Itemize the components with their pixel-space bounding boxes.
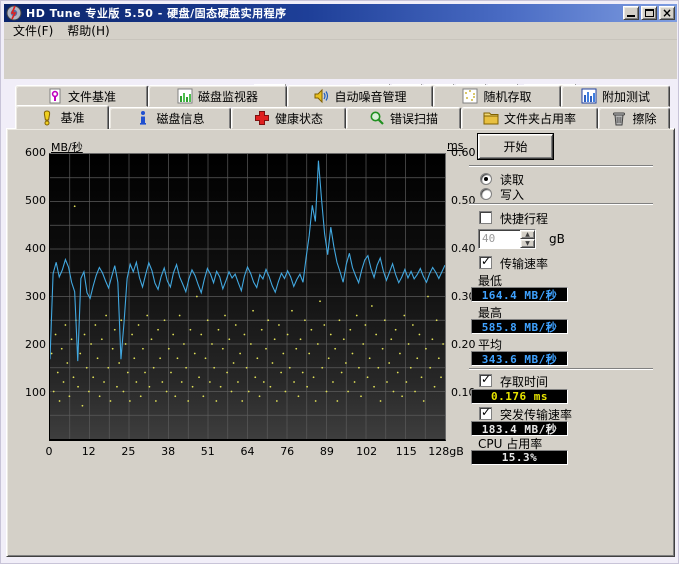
access-time-display: 0.176 ms	[471, 389, 568, 404]
maximize-button[interactable]	[641, 6, 657, 20]
disk-info-icon	[135, 110, 151, 126]
axis-tick: 51	[201, 445, 215, 458]
aam-icon	[313, 88, 329, 104]
axis-tick: 12	[82, 445, 96, 458]
tab-random-access[interactable]: 随机存取	[433, 85, 561, 107]
benchmark-icon	[39, 110, 55, 126]
tab-label: 基准	[60, 109, 84, 126]
short-stroke-label[interactable]: 快捷行程	[500, 210, 548, 227]
spinner-up-icon[interactable]: ▲	[520, 230, 535, 239]
write-radio-label[interactable]: 写入	[500, 186, 524, 203]
tab-label: 磁盘监视器	[198, 88, 258, 105]
erase-icon	[611, 110, 627, 126]
disk-monitor-icon	[177, 88, 193, 104]
axis-tick: 400	[25, 242, 46, 255]
burst-rate-display: 183.4 MB/秒	[471, 421, 568, 436]
short-stroke-value: 40	[479, 230, 520, 248]
access-time-label[interactable]: 存取时间	[500, 373, 548, 390]
transfer-rate-label[interactable]: 传输速率	[500, 255, 548, 272]
tab-label: 随机存取	[483, 88, 531, 105]
menu-help[interactable]: 帮助(H)	[60, 21, 116, 40]
start-button[interactable]: 开始	[478, 134, 553, 159]
tab-erase[interactable]: 擦除	[598, 107, 670, 129]
tab-label: 健康状态	[275, 110, 323, 127]
axis-tick: 64	[241, 445, 255, 458]
file-benchmark-icon	[47, 88, 63, 104]
cpu-usage-display: 15.3%	[471, 450, 568, 465]
x-axis-ticks: 012253851647689102115128gB	[49, 445, 446, 459]
separator	[469, 203, 653, 205]
extra-tests-icon	[581, 88, 597, 104]
axis-tick: 0	[46, 445, 53, 458]
error-scan-icon	[369, 110, 385, 126]
random-access-icon	[462, 88, 478, 104]
tab-label: 擦除	[632, 110, 656, 127]
toolbar: Red Hat VirtIO (128 gB) ▼ -- ℃	[4, 40, 677, 79]
axis-tick: 0.20	[451, 338, 476, 351]
menu-file[interactable]: 文件(F)	[6, 21, 60, 40]
separator	[469, 368, 653, 370]
tab-auto-acoustic[interactable]: 自动噪音管理	[287, 85, 433, 107]
minimize-button[interactable]	[623, 6, 639, 20]
tab-health[interactable]: 健康状态	[231, 107, 346, 129]
title-bar: HD Tune 专业版 5.50 - 硬盘/固态硬盘实用程序 ×	[4, 4, 677, 22]
short-stroke-stepper[interactable]: 40 ▲ ▼	[478, 229, 536, 249]
tab-disk-monitor[interactable]: 磁盘监视器	[148, 85, 287, 107]
read-radio[interactable]	[480, 173, 492, 185]
tab-label: 自动噪音管理	[334, 88, 406, 105]
minimize-icon	[627, 15, 635, 17]
tab-row-primary: 基准 磁盘信息 健康状态 错误扫描	[15, 107, 670, 129]
axis-tick: 600	[25, 146, 46, 159]
burst-rate-checkbox[interactable]	[479, 407, 492, 420]
maximize-icon	[645, 9, 654, 17]
tab-extra-tests[interactable]: 附加测试	[561, 85, 670, 107]
tab-row-secondary: 文件基准 磁盘监视器 自动噪音管理	[15, 85, 670, 107]
max-value-display: 585.8 MB/秒	[471, 319, 568, 334]
tab-label: 文件夹占用率	[504, 110, 576, 127]
axis-tick: 0.60	[451, 146, 476, 159]
window-title: HD Tune 专业版 5.50 - 硬盘/固态硬盘实用程序	[26, 5, 621, 21]
tab-disk-info[interactable]: 磁盘信息	[109, 107, 231, 129]
transfer-rate-checkbox[interactable]	[479, 256, 492, 269]
close-icon: ×	[662, 8, 672, 18]
write-radio[interactable]	[480, 188, 492, 200]
health-icon	[254, 110, 270, 126]
axis-tick: 500	[25, 194, 46, 207]
spinner-down-icon[interactable]: ▼	[520, 239, 535, 248]
tab-folder-usage[interactable]: 文件夹占用率	[461, 107, 598, 129]
axis-tick: 300	[25, 290, 46, 303]
axis-tick: 76	[280, 445, 294, 458]
folder-usage-icon	[483, 110, 499, 126]
axis-tick: 0.50	[451, 194, 476, 207]
access-time-checkbox[interactable]	[479, 374, 492, 387]
axis-tick: 100	[25, 386, 46, 399]
tab-benchmark[interactable]: 基准	[15, 105, 109, 129]
tab-label: 错误扫描	[390, 110, 438, 127]
tab-label: 磁盘信息	[156, 110, 204, 127]
short-stroke-checkbox[interactable]	[479, 211, 492, 224]
chart-canvas	[50, 154, 445, 439]
axis-tick: 25	[121, 445, 135, 458]
axis-tick: 115	[396, 445, 417, 458]
separator	[469, 165, 653, 167]
min-value-display: 164.4 MB/秒	[471, 287, 568, 302]
axis-tick: 128gB	[428, 445, 464, 458]
tab-label: 文件基准	[68, 88, 116, 105]
menu-bar: 文件(F) 帮助(H)	[4, 22, 677, 40]
app-window: HD Tune 专业版 5.50 - 硬盘/固态硬盘实用程序 × 文件(F) 帮…	[0, 0, 679, 564]
axis-tick: 0.40	[451, 242, 476, 255]
axis-tick: 102	[356, 445, 377, 458]
avg-value-display: 343.6 MB/秒	[471, 351, 568, 366]
benchmark-chart	[49, 153, 446, 441]
axis-tick: 200	[25, 338, 46, 351]
axis-tick: 89	[320, 445, 334, 458]
y-left-axis-ticks: 600500400300200100	[19, 153, 46, 441]
app-icon	[6, 5, 22, 21]
tab-file-benchmark[interactable]: 文件基准	[15, 85, 148, 107]
tab-error-scan[interactable]: 错误扫描	[346, 107, 461, 129]
axis-tick: 38	[161, 445, 175, 458]
short-stroke-unit: gB	[549, 232, 565, 246]
close-button[interactable]: ×	[659, 6, 675, 20]
tab-label: 附加测试	[602, 88, 650, 105]
